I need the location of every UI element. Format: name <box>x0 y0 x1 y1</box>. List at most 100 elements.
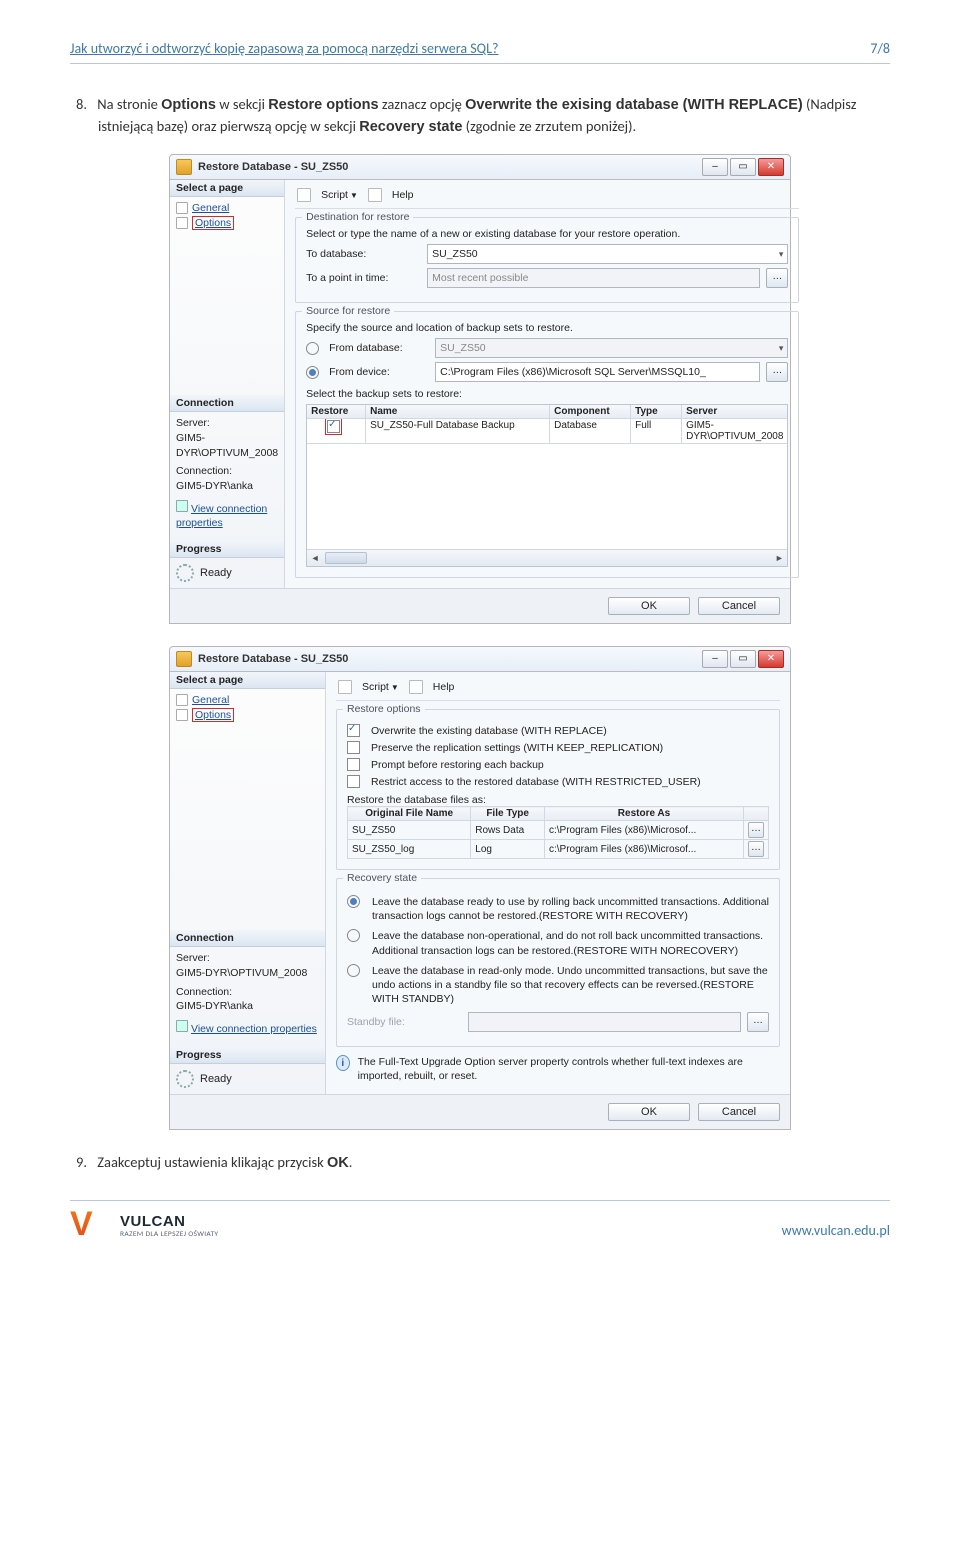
col-restore-as: Restore As <box>545 807 744 821</box>
help-button[interactable]: Help <box>392 189 414 201</box>
restore-as-browse-row1[interactable]: … <box>748 822 764 838</box>
step8-overwrite-keyword: Overwrite the exising database (WITH REP… <box>465 97 803 113</box>
window-title: Restore Database - SU_ZS50 <box>198 161 702 173</box>
recovery-with-recovery-radio[interactable] <box>347 895 360 908</box>
step9-ok-keyword: OK <box>327 1155 349 1171</box>
ok-button[interactable]: OK <box>608 597 690 615</box>
script-dropdown[interactable]: Script▼ <box>321 189 358 201</box>
maximize-button[interactable]: ▭ <box>730 650 756 668</box>
step9-after: . <box>349 1153 353 1171</box>
from-database-radio[interactable] <box>306 342 319 355</box>
recovery-state-legend: Recovery state <box>343 872 421 884</box>
grid-cell-type: Full <box>631 419 682 444</box>
page-general-link[interactable]: General <box>192 202 229 214</box>
info-icon: i <box>336 1055 350 1071</box>
page-options-link[interactable]: Options <box>192 708 234 722</box>
restore-files-as-label: Restore the database files as: <box>347 794 769 806</box>
to-point-in-time-label: To a point in time: <box>306 272 421 284</box>
source-legend: Source for restore <box>302 305 394 317</box>
cancel-button[interactable]: Cancel <box>698 597 780 615</box>
minimize-button[interactable]: – <box>702 650 728 668</box>
step8-number: 8. <box>76 94 94 115</box>
close-button[interactable]: ✕ <box>758 650 784 668</box>
recovery-with-norecovery-radio[interactable] <box>347 929 360 942</box>
from-database-combobox: SU_ZS50▾ <box>435 338 788 358</box>
progress-ready-label: Ready <box>200 1073 232 1085</box>
doc-header-title[interactable]: Jak utworzyć i odtworzyć kopię zapasową … <box>70 40 498 57</box>
grid-header-name: Name <box>366 405 550 419</box>
preserve-replication-checkbox[interactable] <box>347 741 360 754</box>
vulcan-logo-icon <box>70 1209 112 1239</box>
preserve-replication-label: Preserve the replication settings (WITH … <box>371 742 663 754</box>
cell-ra-row1: c:\Program Files (x86)\Microsof... <box>545 821 744 840</box>
ok-button[interactable]: OK <box>608 1103 690 1121</box>
restrict-access-checkbox[interactable] <box>347 775 360 788</box>
recovery-with-standby-label: Leave the database in read-only mode. Un… <box>372 964 769 1007</box>
cell-ft-row2: Log <box>471 840 545 859</box>
destination-legend: Destination for restore <box>302 211 413 223</box>
page-options-link[interactable]: Options <box>192 216 234 230</box>
vulcan-logo-text: VULCAN <box>120 1213 218 1230</box>
progress-spinner-icon <box>176 564 194 582</box>
overwrite-checkbox[interactable] <box>347 724 360 737</box>
maximize-button[interactable]: ▭ <box>730 158 756 176</box>
to-database-label: To database: <box>306 248 421 260</box>
cell-ofn-row1: SU_ZS50 <box>348 821 471 840</box>
backup-sets-grid[interactable]: Restore Name Component Type Server SU_ZS… <box>306 404 788 567</box>
page-general-link[interactable]: General <box>192 694 229 706</box>
step8-text-part3: zaznacz opcję <box>382 95 465 113</box>
backup-set-checkbox[interactable] <box>327 420 340 433</box>
to-point-in-time-browse-button[interactable]: … <box>766 268 788 288</box>
col-original-file-name: Original File Name <box>348 807 471 821</box>
source-helptext: Specify the source and location of backu… <box>306 322 788 334</box>
recovery-with-standby-radio[interactable] <box>347 964 360 977</box>
fulltext-info-text: The Full-Text Upgrade Option server prop… <box>358 1055 780 1083</box>
page-icon <box>176 217 188 229</box>
progress-header: Progress <box>170 1047 325 1064</box>
from-device-label: From device: <box>329 366 429 378</box>
vulcan-logo-subtext: RAZEM DLA LEPSZEJ OŚWIATY <box>120 1230 218 1239</box>
connection-props-icon <box>176 500 188 512</box>
prompt-before-checkbox[interactable] <box>347 758 360 771</box>
progress-spinner-icon <box>176 1070 194 1088</box>
from-device-field[interactable]: C:\Program Files (x86)\Microsoft SQL Ser… <box>435 362 760 382</box>
from-device-browse-button[interactable]: … <box>766 362 788 382</box>
page-icon <box>176 694 188 706</box>
restore-as-browse-row2[interactable]: … <box>748 841 764 857</box>
to-database-combobox[interactable]: SU_ZS50▾ <box>427 244 788 264</box>
server-value: GIM5-DYR\OPTIVUM_2008 <box>176 431 278 460</box>
view-connection-properties-link[interactable]: View connection properties <box>191 1023 317 1035</box>
select-page-header: Select a page <box>170 180 284 197</box>
server-label: Server: <box>176 416 278 431</box>
script-icon <box>297 188 311 202</box>
col-file-type: File Type <box>471 807 545 821</box>
step9-text: Zaakceptuj ustawienia klikając przycisk <box>97 1153 327 1171</box>
step8-text-part2: w sekcji <box>219 95 268 113</box>
script-dropdown[interactable]: Script▼ <box>362 681 399 693</box>
cell-ra-row2: c:\Program Files (x86)\Microsof... <box>545 840 744 859</box>
recovery-with-norecovery-label: Leave the database non-operational, and … <box>372 929 769 957</box>
close-button[interactable]: ✕ <box>758 158 784 176</box>
help-button[interactable]: Help <box>433 681 455 693</box>
connection-value: GIM5-DYR\anka <box>176 999 319 1014</box>
script-icon <box>338 680 352 694</box>
progress-ready-label: Ready <box>200 567 232 579</box>
footer-url: www.vulcan.edu.pl <box>782 1222 890 1239</box>
restore-files-table[interactable]: Original File Name File Type Restore As … <box>347 806 769 859</box>
view-connection-properties-link[interactable]: View connection properties <box>176 503 267 530</box>
connection-header: Connection <box>170 930 325 947</box>
screenshot-restore-options: Restore Database - SU_ZS50 – ▭ ✕ Select … <box>169 646 791 1130</box>
grid-horizontal-scrollbar[interactable]: ◄► <box>307 549 787 566</box>
grid-header-type: Type <box>631 405 682 419</box>
database-icon <box>176 159 192 175</box>
from-device-radio[interactable] <box>306 366 319 379</box>
restore-options-legend: Restore options <box>343 703 425 715</box>
grid-header-restore: Restore <box>307 405 366 419</box>
cell-ofn-row2: SU_ZS50_log <box>348 840 471 859</box>
cancel-button[interactable]: Cancel <box>698 1103 780 1121</box>
page-icon <box>176 202 188 214</box>
standby-file-browse-button[interactable]: … <box>747 1012 769 1032</box>
minimize-button[interactable]: – <box>702 158 728 176</box>
prompt-before-label: Prompt before restoring each backup <box>371 759 544 771</box>
instruction-step-8: 8. Na stronie Options w sekcji Restore o… <box>70 94 890 138</box>
